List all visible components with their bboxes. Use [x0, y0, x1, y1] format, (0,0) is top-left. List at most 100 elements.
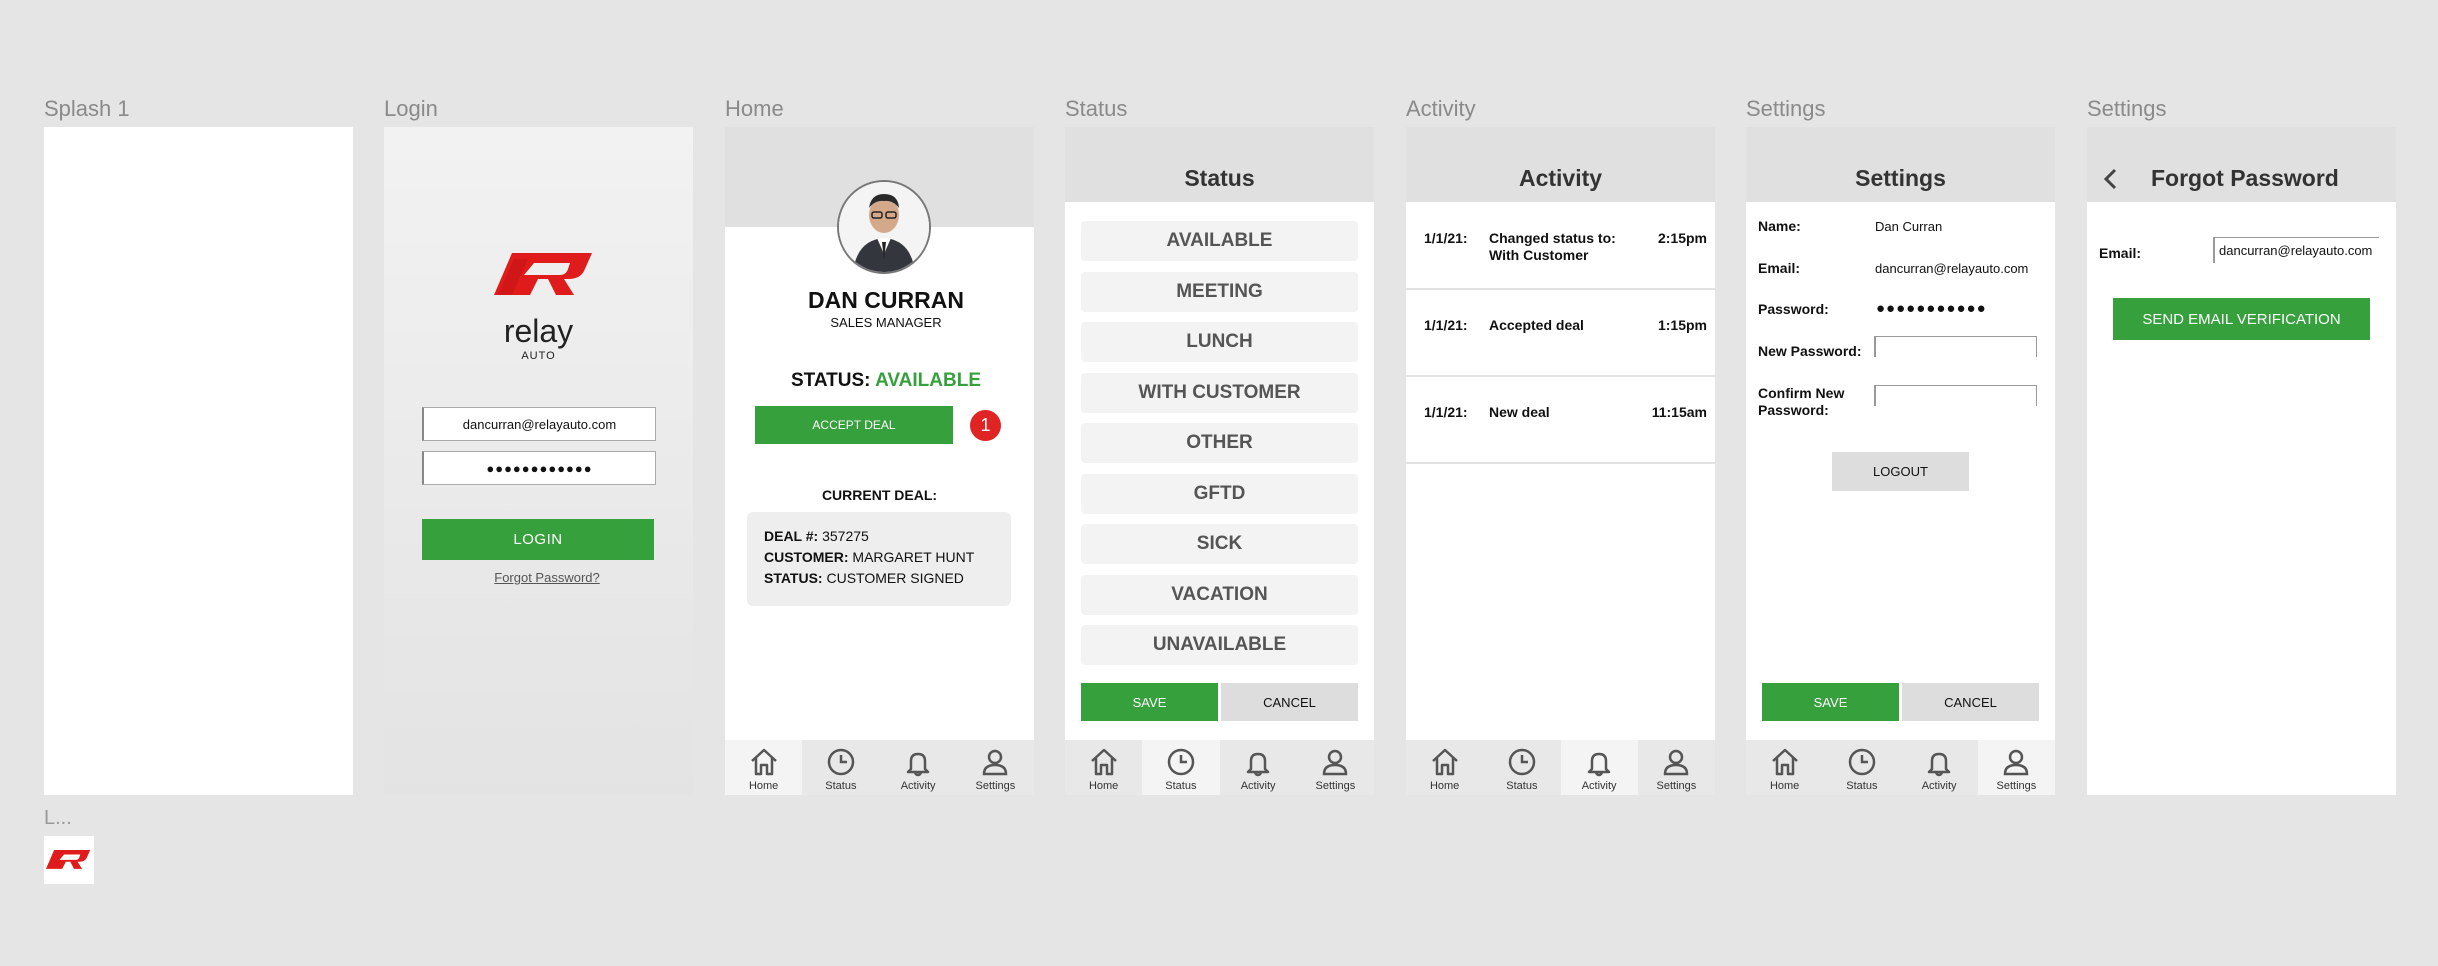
home-status-label: STATUS:	[791, 370, 871, 391]
forgot-password-frame: Forgot Password Email: dancurran@relayau…	[2087, 127, 2396, 795]
settings-confirm-label: Confirm New Password:	[1758, 385, 1845, 418]
brand-name: relay	[503, 313, 574, 349]
home-icon	[1090, 748, 1117, 776]
frame-label-login: Login	[384, 96, 438, 121]
tab-home[interactable]: Home	[1406, 740, 1483, 795]
new-password-field[interactable]	[1874, 336, 2037, 357]
current-deal-title: CURRENT DEAL:	[821, 487, 938, 503]
tab-settings[interactable]: Settings	[957, 740, 1034, 795]
confirm-password-field[interactable]	[1874, 385, 2037, 406]
accept-deal-button[interactable]: ACCEPT DEAL	[755, 406, 953, 444]
chevron-left-icon[interactable]	[2101, 167, 2121, 191]
logout-button[interactable]: LOGOUT	[1832, 452, 1969, 491]
frame-label-forgot: Settings	[2087, 96, 2167, 121]
status-option-sick[interactable]: SICK	[1081, 524, 1358, 564]
status-cancel-button[interactable]: CANCEL	[1221, 683, 1358, 721]
frame-label-status: Status	[1065, 96, 1128, 121]
tab-activity[interactable]: Activity	[1901, 740, 1978, 795]
login-button[interactable]: LOGIN	[422, 519, 654, 560]
avatar-person-icon	[839, 182, 929, 272]
home-icon	[1771, 748, 1798, 776]
frame-label-settings: Settings	[1746, 96, 1826, 121]
activity-title: Activity	[1518, 165, 1603, 191]
frame-label-home: Home	[725, 96, 784, 121]
person-icon	[2004, 749, 2029, 776]
login-email-field[interactable]: dancurran@relayauto.com	[422, 407, 656, 441]
settings-password-label: Password:	[1758, 301, 1829, 317]
deal-number-row: DEAL #: 357275	[764, 528, 869, 544]
deal-status-row: STATUS: CUSTOMER SIGNED	[764, 570, 964, 586]
settings-new-password-label: New Password:	[1758, 343, 1862, 359]
person-icon	[1323, 749, 1348, 776]
status-option-available[interactable]: AVAILABLE	[1081, 221, 1358, 261]
tab-status[interactable]: Status	[1483, 740, 1560, 795]
person-icon	[983, 749, 1008, 776]
deal-customer-row: CUSTOMER: MARGARET HUNT	[764, 549, 975, 565]
bell-icon	[1587, 752, 1611, 777]
tab-status[interactable]: Status	[1142, 740, 1220, 795]
status-frame: Status AVAILABLE MEETING LUNCH WITH CUST…	[1065, 127, 1374, 795]
clock-icon	[1508, 748, 1536, 776]
settings-frame: Settings Name: Dan Curran Email: dancurr…	[1746, 127, 2055, 795]
logo-asset-label: L...	[44, 807, 72, 829]
home-icon	[750, 748, 777, 776]
status-option-lunch[interactable]: LUNCH	[1081, 322, 1358, 362]
forgot-password-link[interactable]: Forgot Password?	[384, 570, 693, 585]
avatar	[837, 180, 931, 274]
settings-name-label: Name:	[1758, 218, 1801, 234]
home-status-value: AVAILABLE	[875, 370, 981, 391]
tab-activity[interactable]: Activity	[1560, 740, 1638, 795]
activity-row[interactable]: 1/1/21: New deal 11:15am	[1406, 376, 1715, 464]
status-title: Status	[1184, 165, 1255, 191]
relay-logo-icon	[494, 253, 592, 295]
tab-status[interactable]: Status	[1823, 740, 1900, 795]
tab-home[interactable]: Home	[1065, 740, 1142, 795]
frame-label-splash: Splash 1	[44, 96, 130, 121]
login-frame: relay AUTO dancurran@relayauto.com ●●●●●…	[384, 127, 693, 795]
tab-home[interactable]: Home	[725, 740, 803, 795]
bell-icon	[1246, 752, 1270, 777]
settings-save-button[interactable]: SAVE	[1762, 683, 1899, 721]
tab-activity[interactable]: Activity	[1220, 740, 1297, 795]
splash-frame	[44, 127, 353, 795]
status-option-gftd[interactable]: GFTD	[1081, 474, 1358, 514]
tab-status[interactable]: Status	[802, 740, 879, 795]
brand-sub: AUTO	[521, 350, 556, 362]
activity-row[interactable]: 1/1/21: Accepted deal 1:15pm	[1406, 289, 1715, 377]
forgot-title: Forgot Password	[2151, 165, 2339, 191]
logo-asset-tile[interactable]	[44, 836, 94, 884]
status-save-button[interactable]: SAVE	[1081, 683, 1218, 721]
clock-icon	[1167, 748, 1195, 776]
activity-frame: Activity 1/1/21: Changed status to: With…	[1406, 127, 1715, 795]
status-option-with-customer[interactable]: WITH CUSTOMER	[1081, 373, 1358, 413]
status-option-other[interactable]: OTHER	[1081, 423, 1358, 463]
relay-logo-icon	[46, 849, 91, 869]
bell-icon	[906, 752, 930, 777]
home-icon	[1431, 748, 1458, 776]
home-frame: DAN CURRAN SALES MANAGER STATUS: AVAILAB…	[725, 127, 1034, 795]
tab-activity[interactable]: Activity	[880, 740, 957, 795]
send-verification-button[interactable]: SEND EMAIL VERIFICATION	[2113, 298, 2370, 340]
clock-icon	[827, 748, 855, 776]
forgot-email-field[interactable]: dancurran@relayauto.com	[2213, 237, 2379, 263]
status-option-meeting[interactable]: MEETING	[1081, 272, 1358, 312]
home-user-role: SALES MANAGER	[830, 315, 942, 330]
status-option-unavailable[interactable]: UNAVAILABLE	[1081, 625, 1358, 665]
status-tab-bar: Home Status Activity Settings	[1065, 740, 1374, 795]
tab-settings[interactable]: Settings	[1297, 740, 1374, 795]
settings-email-value: dancurran@relayauto.com	[1875, 261, 2029, 276]
status-option-vacation[interactable]: VACATION	[1081, 575, 1358, 615]
settings-name-value: Dan Curran	[1875, 219, 1943, 234]
home-status-line: STATUS: AVAILABLE	[725, 370, 1034, 392]
home-tab-bar: Home Status Activity Settings	[725, 740, 1034, 795]
login-password-field[interactable]: ●●●●●●●●●●●●	[422, 451, 656, 485]
activity-row[interactable]: 1/1/21: Changed status to: With Customer…	[1406, 202, 1715, 290]
bell-icon	[1927, 752, 1951, 777]
settings-cancel-button[interactable]: CANCEL	[1902, 683, 2039, 721]
home-user-name: DAN CURRAN	[808, 287, 964, 313]
current-deal-card[interactable]: DEAL #: 357275 CUSTOMER: MARGARET HUNT S…	[747, 512, 1011, 606]
tab-home[interactable]: Home	[1746, 740, 1823, 795]
tab-settings[interactable]: Settings	[1977, 740, 2055, 795]
tab-settings[interactable]: Settings	[1638, 740, 1715, 795]
notification-badge: 1	[970, 410, 1001, 441]
